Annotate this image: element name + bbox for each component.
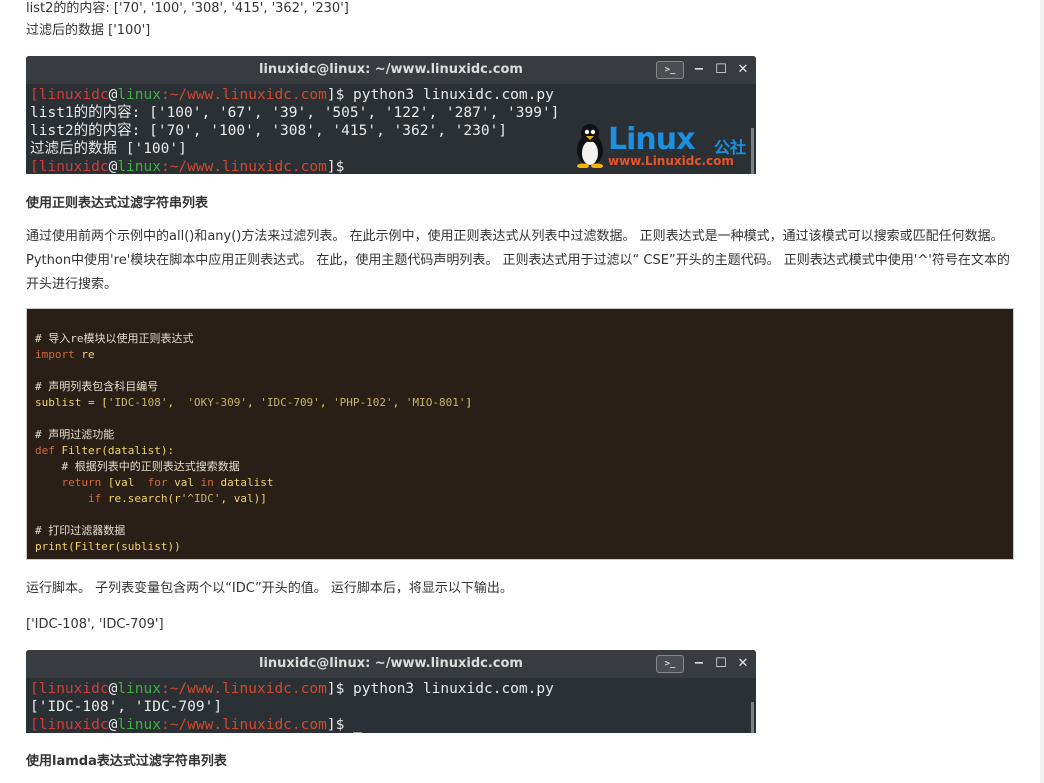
terminal-titlebar: linuxidc@linux: ~/www.linuxidc.com >_ − …	[26, 56, 756, 84]
code-keyword: def	[35, 444, 55, 457]
code-text: ,	[392, 396, 406, 409]
terminal-icon: >_	[656, 61, 684, 79]
code-keyword: return	[35, 476, 102, 489]
output-line-filtered: 过滤后的数据 ['100']	[26, 23, 151, 38]
section-heading-regex: 使用正则表达式过滤字符串列表	[26, 196, 209, 211]
prompt-host: linux	[117, 681, 161, 697]
command: python3 linuxidc.com.py	[344, 87, 554, 103]
prompt-user: linuxidc	[38, 717, 109, 733]
code-text: re.search(r	[101, 492, 181, 505]
terminal-output-line: ['IDC-108', 'IDC-709']	[30, 699, 223, 715]
terminal-title: linuxidc@linux: ~/www.linuxidc.com	[259, 656, 523, 671]
code-string: '^IDC'	[180, 492, 221, 505]
terminal-screenshot-1: linuxidc@linux: ~/www.linuxidc.com >_ − …	[26, 56, 756, 174]
prompt-path: :~/www.linuxidc.com	[160, 681, 327, 697]
command: python3 linuxidc.com.py	[344, 681, 554, 697]
prompt-user: linuxidc	[38, 159, 109, 174]
code-keyword: for	[147, 476, 168, 489]
code-string: 'PHP-102'	[333, 396, 393, 409]
prompt-bracket: [	[30, 159, 39, 174]
prompt-host: linux	[117, 717, 161, 733]
prompt-dollar: ]$	[326, 717, 345, 733]
code-string: 'IDC-108'	[107, 396, 168, 409]
code-text: ,	[246, 396, 261, 409]
code-text: [val	[101, 476, 148, 489]
code-string: 'IDC-709'	[260, 396, 320, 409]
code-keyword: import	[35, 348, 75, 361]
output-line-list2: list2的的内容: ['70', '100', '308', '415', '…	[26, 1, 349, 16]
code-keyword: if	[35, 492, 102, 505]
output-text: ['IDC-108', 'IDC-709']	[26, 617, 164, 632]
prompt-user: linuxidc	[38, 681, 109, 697]
code-block: # 导入re模块以使用正则表达式 import re # 声明列表包含科目编号 …	[26, 308, 1014, 560]
terminal-icon: >_	[656, 655, 684, 673]
page-scrollbar[interactable]	[1040, 0, 1044, 783]
prompt-at: @	[108, 681, 118, 697]
code-text: ,	[167, 396, 188, 409]
code-identifier: re	[74, 348, 95, 361]
terminal-output-line: list1的的内容: ['100', '67', '39', '505', '1…	[30, 105, 560, 121]
code-function-signature: Filter(datalist):	[54, 444, 175, 457]
cursor: _	[344, 159, 362, 174]
terminal-title: linuxidc@linux: ~/www.linuxidc.com	[259, 62, 523, 77]
logo-url: www.Linuxidc.com	[608, 154, 734, 168]
prompt-bracket: [	[30, 717, 39, 733]
prompt-at: @	[108, 717, 118, 733]
penguin-icon	[577, 124, 603, 168]
prompt-bracket: [	[30, 681, 39, 697]
code-text: val	[167, 476, 201, 489]
code-content: # 导入re模块以使用正则表达式 import re # 声明列表包含科目编号 …	[35, 331, 472, 555]
linux-logo: Linux 公社 www.Linuxidc.com	[572, 122, 750, 170]
terminal-output-line: 过滤后的数据 ['100']	[30, 141, 187, 157]
close-icon: ✕	[737, 656, 749, 671]
code-comment: # 声明过滤功能	[35, 428, 115, 441]
prompt-path: :~/www.linuxidc.com	[160, 87, 327, 103]
maximize-icon: ☐	[715, 656, 727, 671]
cursor: _	[344, 717, 362, 733]
code-keyword: in	[200, 476, 214, 489]
prompt-host: linux	[117, 159, 161, 174]
terminal-scrollbar	[751, 128, 754, 174]
prompt-at: @	[108, 87, 118, 103]
code-text: datalist	[213, 476, 274, 489]
code-text: ]	[465, 396, 473, 409]
article-page: list2的的内容: ['70', '100', '308', '415', '…	[0, 0, 1044, 783]
close-icon: ✕	[737, 62, 749, 77]
prompt-path: :~/www.linuxidc.com	[160, 159, 327, 174]
code-text: , val)]	[220, 492, 267, 505]
code-text: sublist = [	[35, 396, 108, 409]
prompt-path: :~/www.linuxidc.com	[160, 717, 327, 733]
code-comment: # 打印过滤器数据	[35, 524, 126, 537]
terminal-output-line: list2的的内容: ['70', '100', '308', '415', '…	[30, 123, 508, 139]
code-string: 'MIO-801'	[405, 396, 466, 409]
code-comment: # 导入re模块以使用正则表达式	[35, 332, 194, 345]
minimize-icon: −	[693, 656, 705, 671]
logo-text: Linux	[608, 122, 695, 157]
code-string: 'OKY-309'	[187, 396, 247, 409]
terminal-screenshot-2: linuxidc@linux: ~/www.linuxidc.com >_ − …	[26, 650, 756, 733]
code-text: print(Filter(sublist))	[35, 540, 181, 553]
minimize-icon: −	[693, 62, 705, 77]
section-paragraph-regex: 通过使用前两个示例中的all()和any()方法来过滤列表。 在此示例中，使用正…	[26, 229, 1010, 292]
terminal-scrollbar	[751, 702, 754, 733]
terminal-titlebar: linuxidc@linux: ~/www.linuxidc.com >_ − …	[26, 650, 756, 678]
prompt-dollar: ]$	[326, 681, 345, 697]
code-comment: # 声明列表包含科目编号	[35, 380, 159, 393]
prompt-bracket: [	[30, 87, 39, 103]
prompt-dollar: ]$	[326, 159, 345, 174]
maximize-icon: ☐	[715, 62, 727, 77]
prompt-user: linuxidc	[38, 87, 109, 103]
run-description: 运行脚本。 子列表变量包含两个以“IDC”开头的值。 运行脚本后，将显示以下输出…	[26, 581, 513, 596]
code-text: ,	[319, 396, 334, 409]
prompt-host: linux	[117, 87, 161, 103]
terminal-body: [linuxidc@linux:~/www.linuxidc.com]$ pyt…	[26, 678, 756, 733]
section-heading-lambda: 使用lamda表达式过滤字符串列表	[26, 754, 227, 769]
prompt-at: @	[108, 159, 118, 174]
prompt-dollar: ]$	[326, 87, 345, 103]
code-comment: # 根据列表中的正则表达式搜索数据	[35, 460, 240, 473]
